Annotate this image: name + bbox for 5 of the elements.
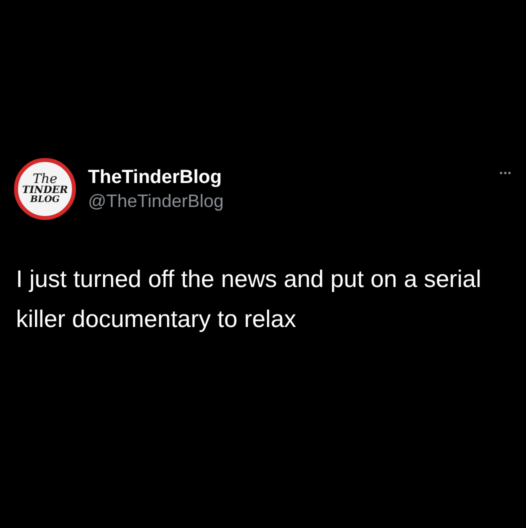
more-menu[interactable]: ••• <box>500 168 512 178</box>
author-handle[interactable]: @TheTinderBlog <box>88 190 488 212</box>
author-name[interactable]: TheTinderBlog <box>88 166 488 188</box>
avatar-logo: The TINDER BLOG <box>14 158 76 220</box>
tweet-text: I just turned off the news and put on a serial killer documentary to relax <box>16 265 482 335</box>
